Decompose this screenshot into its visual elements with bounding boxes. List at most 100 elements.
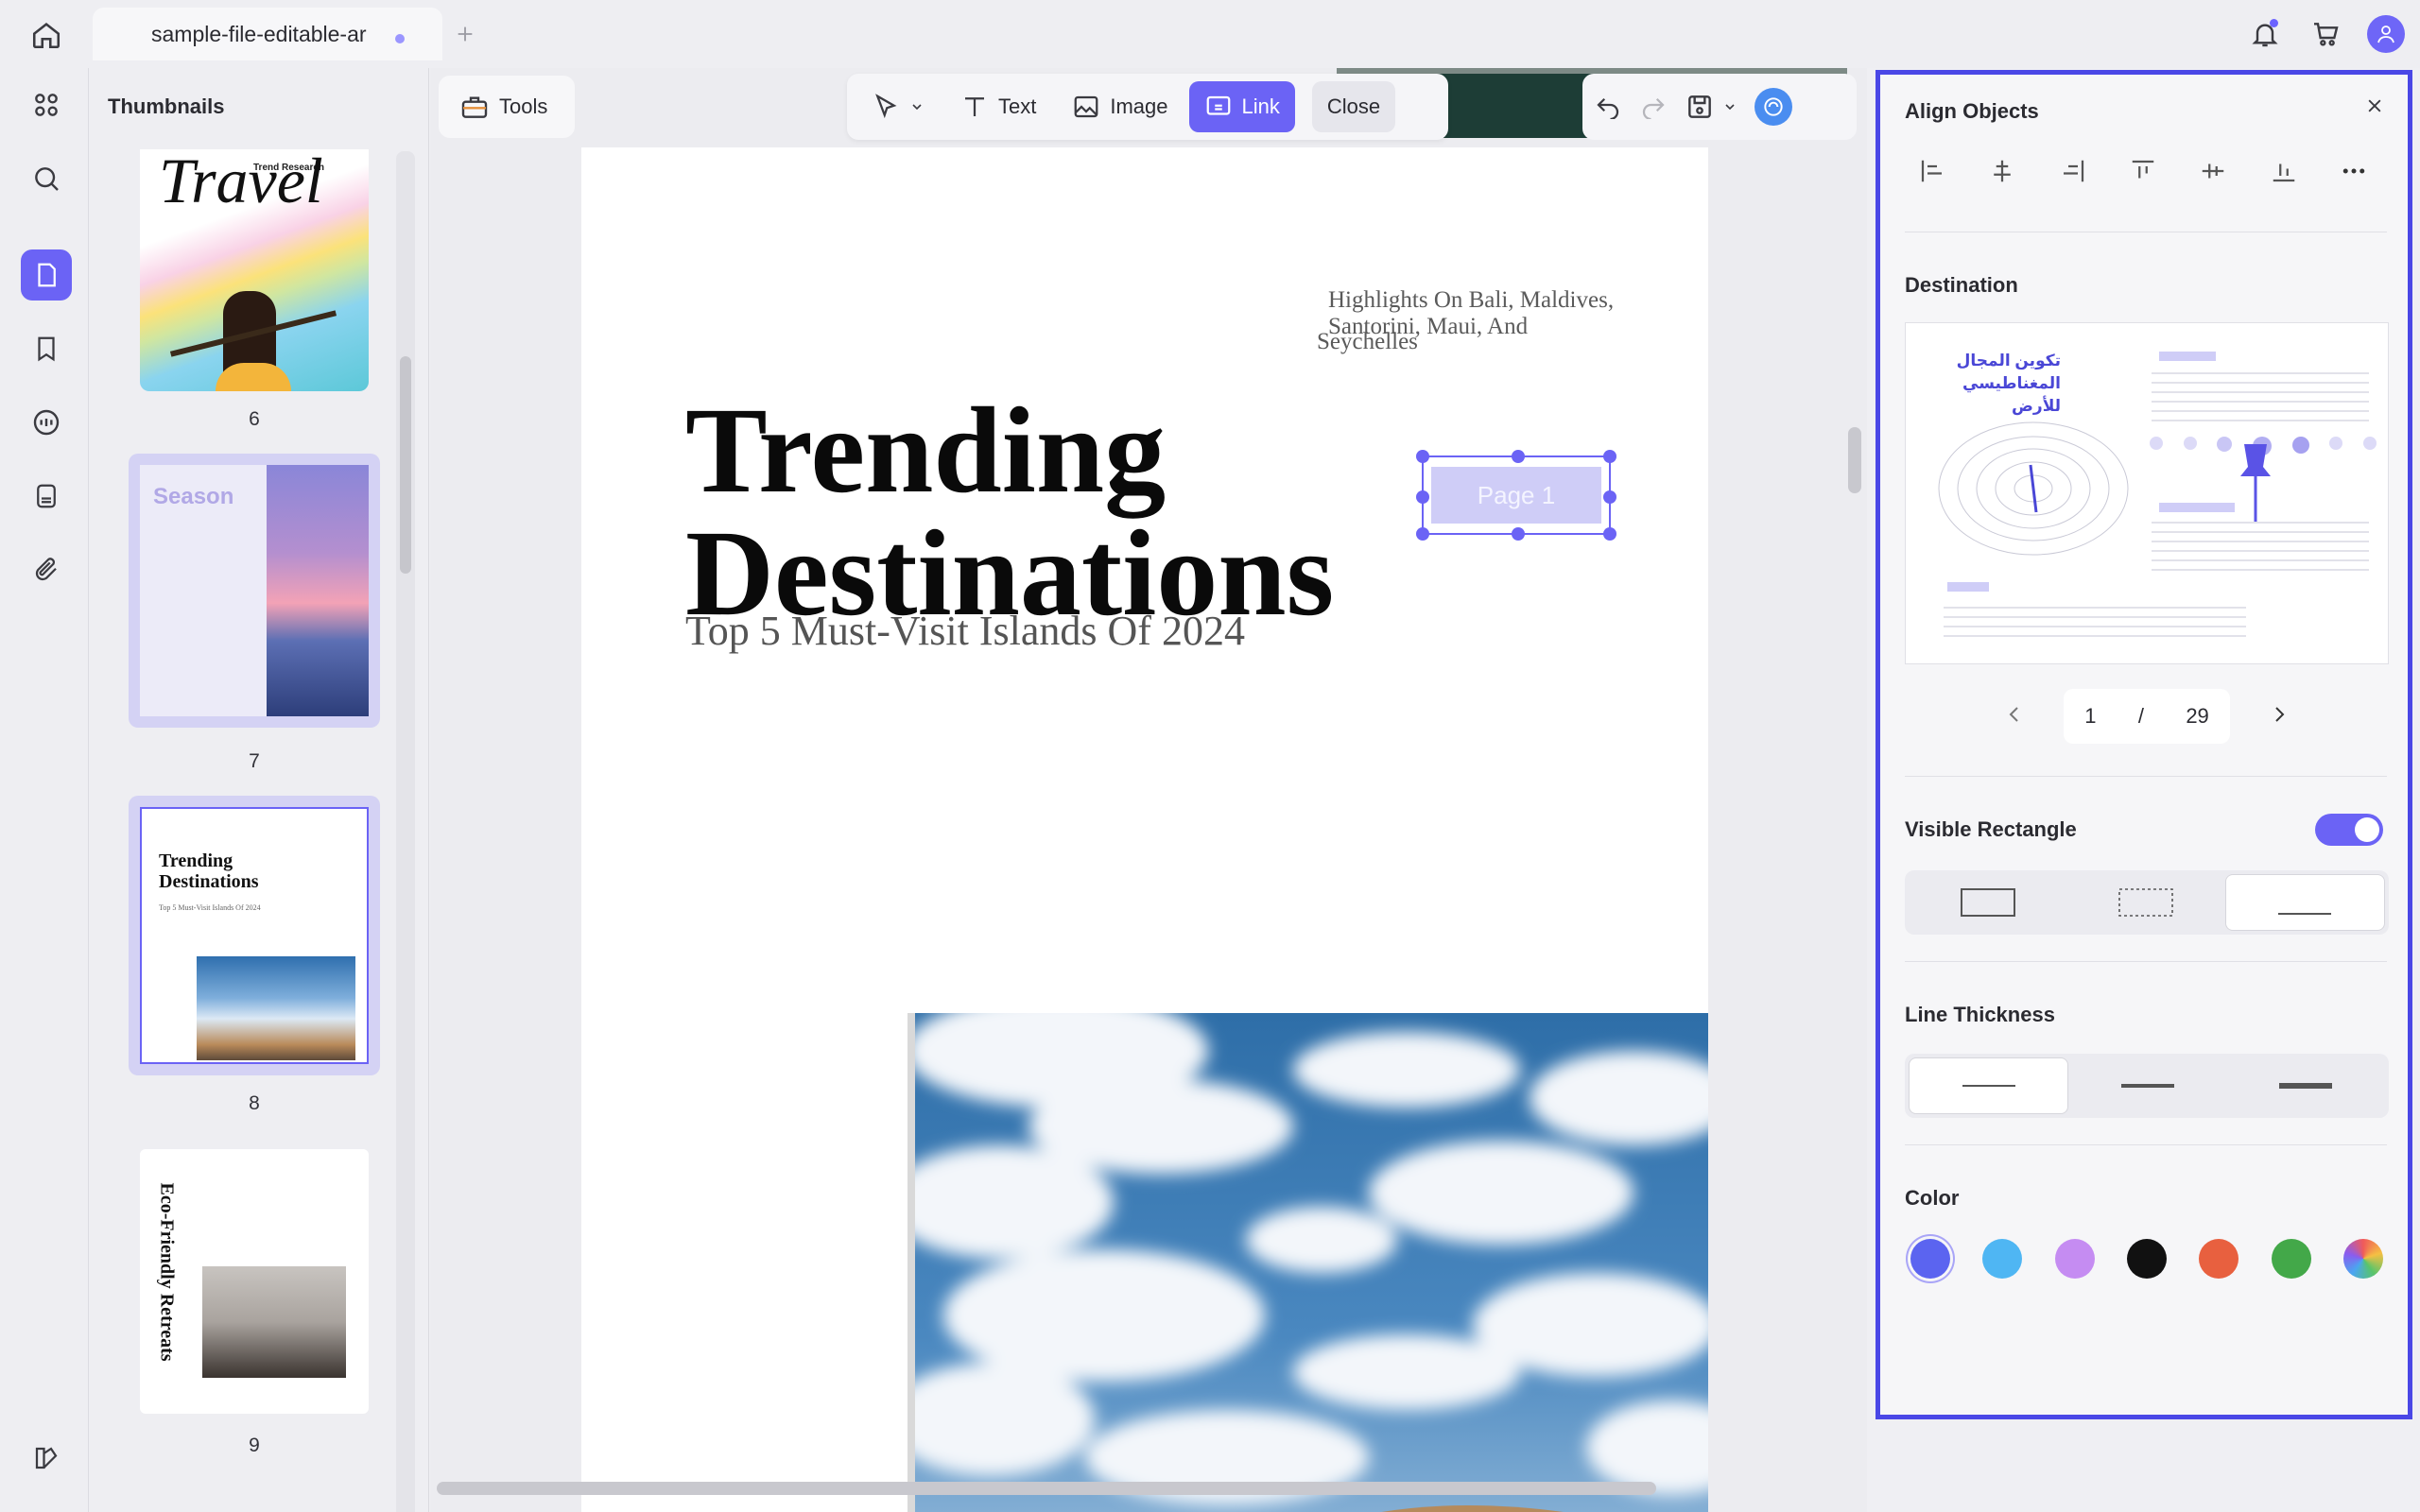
chevron-down-icon xyxy=(1725,104,1735,111)
rail-thumbnails-button[interactable] xyxy=(21,249,72,301)
page-subtitle[interactable]: Top 5 Must-Visit Islands Of 2024 xyxy=(685,607,1245,655)
vertical-scrollbar[interactable] xyxy=(1848,427,1861,493)
save-button[interactable] xyxy=(1685,92,1737,122)
thumbnail-9-headline: Eco-Friendly Retreats xyxy=(156,1182,178,1362)
close-icon xyxy=(2368,99,2381,112)
cart-icon xyxy=(2314,23,2339,46)
unsaved-dot xyxy=(395,34,405,43)
underline-icon xyxy=(2278,913,2332,915)
color-swatch-orange[interactable] xyxy=(2199,1239,2239,1279)
previous-page-button[interactable] xyxy=(2003,703,2026,730)
thumbnail-8-headline: Trending Destinations xyxy=(159,850,259,892)
rail-attachments-button[interactable] xyxy=(21,544,72,595)
comment-icon xyxy=(33,409,60,436)
bookmark-icon xyxy=(38,336,55,362)
page-number-input[interactable]: 1 xyxy=(2084,704,2096,729)
divider xyxy=(1905,776,2387,777)
resize-handle-mr[interactable] xyxy=(1603,490,1616,504)
home-button[interactable] xyxy=(25,13,68,57)
rail-stamp-button[interactable] xyxy=(21,471,72,522)
close-edit-button[interactable]: Close xyxy=(1311,81,1396,132)
rail-theme-button[interactable] xyxy=(21,1433,72,1484)
align-left-button[interactable] xyxy=(1907,146,1958,197)
panel-close-button[interactable] xyxy=(2360,92,2389,120)
resize-handle-tr[interactable] xyxy=(1603,450,1616,463)
notification-dot xyxy=(2270,19,2278,27)
rail-bookmarks-button[interactable] xyxy=(21,323,72,374)
text-tool-button[interactable]: Text xyxy=(945,81,1051,132)
link-annotation[interactable]: Page 1 xyxy=(1416,450,1616,541)
highlights-text-line-2[interactable]: Seychelles xyxy=(1317,329,1418,355)
grid-icon xyxy=(35,94,58,116)
thickness-thin[interactable] xyxy=(1909,1057,2069,1114)
undo-button[interactable] xyxy=(1594,91,1622,124)
ai-assistant-button[interactable] xyxy=(1754,88,1792,126)
color-swatch-blue[interactable] xyxy=(1910,1239,1950,1279)
rect-style-solid[interactable] xyxy=(1909,874,2066,931)
user-icon xyxy=(2377,26,2394,43)
rect-style-dashed[interactable] xyxy=(2066,874,2224,931)
document-tab[interactable]: sample-file-editable-ar xyxy=(93,8,442,60)
link-tool-button[interactable]: Link xyxy=(1188,81,1295,132)
link-icon xyxy=(1206,95,1230,115)
page-number-box: 1 / 29 xyxy=(2064,689,2230,744)
align-bottom-button[interactable] xyxy=(2258,146,2309,197)
chevron-down-icon xyxy=(912,104,922,111)
thumbnail-page-7[interactable]: Season xyxy=(129,454,380,728)
tools-button[interactable]: Tools xyxy=(439,76,575,138)
more-align-options-button[interactable] xyxy=(2328,146,2379,197)
save-icon xyxy=(1688,95,1711,118)
resize-handle-bl[interactable] xyxy=(1416,527,1429,541)
cursor-icon xyxy=(875,94,897,119)
align-center-v-button[interactable] xyxy=(2187,146,2238,197)
resize-handle-br[interactable] xyxy=(1603,527,1616,541)
color-swatch-custom[interactable] xyxy=(2342,1239,2383,1279)
rail-comments-button[interactable] xyxy=(21,397,72,448)
next-page-button[interactable] xyxy=(2268,703,2290,730)
align-top-button[interactable] xyxy=(2118,146,2169,197)
destination-preview[interactable]: تكوين المجال المغناطيسي للأرض xyxy=(1905,322,2389,664)
text-tool-label: Text xyxy=(998,94,1037,118)
rail-search-button[interactable] xyxy=(21,153,72,204)
horizontal-scrollbar[interactable] xyxy=(437,1482,1656,1495)
home-icon xyxy=(32,23,60,49)
toolbox-icon xyxy=(461,96,488,118)
align-center-h-icon xyxy=(1994,160,2012,182)
redo-button[interactable] xyxy=(1639,91,1668,124)
solid-rect-icon xyxy=(1960,888,2015,917)
document-page: Highlights On Bali, Maldives, Santorini,… xyxy=(581,147,1708,1512)
page-separator: / xyxy=(2137,704,2144,728)
account-button[interactable] xyxy=(2365,13,2407,55)
resize-handle-bc[interactable] xyxy=(1512,527,1525,541)
thickness-medium[interactable] xyxy=(2068,1057,2226,1114)
color-swatch-green[interactable] xyxy=(2271,1239,2311,1279)
resize-handle-tc[interactable] xyxy=(1512,450,1525,463)
color-swatch-lavender[interactable] xyxy=(2054,1239,2095,1279)
align-right-button[interactable] xyxy=(2048,146,2099,197)
preview-heading-line-1: تكوين المجال xyxy=(1956,352,2061,369)
thumbnail-page-9[interactable]: Eco-Friendly Retreats xyxy=(140,1149,369,1414)
thumbnails-scrollbar[interactable] xyxy=(400,356,411,574)
thumbnail-page-6[interactable]: Trend Research Travel xyxy=(140,149,369,391)
history-toolbar xyxy=(1582,74,1857,140)
notifications-button[interactable] xyxy=(2244,13,2286,55)
image-tool-button[interactable]: Image xyxy=(1057,81,1183,132)
sky-image[interactable] xyxy=(908,1013,1708,1512)
resize-handle-ml[interactable] xyxy=(1416,490,1429,504)
color-swatch-sky[interactable] xyxy=(1982,1239,2023,1279)
select-tool-button[interactable] xyxy=(856,81,940,132)
thumbnail-page-8[interactable]: Trending Destinations Top 5 Must-Visit I… xyxy=(129,796,380,1075)
new-tab-button[interactable] xyxy=(448,17,482,51)
rect-style-underline[interactable] xyxy=(2224,874,2385,931)
rectangle-style-selector xyxy=(1905,870,2389,935)
destination-label: Destination xyxy=(1905,273,2018,297)
thickness-thick[interactable] xyxy=(2227,1057,2385,1114)
resize-handle-tl[interactable] xyxy=(1416,450,1429,463)
visible-rectangle-toggle[interactable] xyxy=(2315,814,2383,846)
color-swatch-black[interactable] xyxy=(2126,1239,2167,1279)
page-title[interactable]: Trending Destinations xyxy=(685,389,1334,635)
thick-line-icon xyxy=(2279,1083,2333,1089)
cart-button[interactable] xyxy=(2305,13,2346,55)
rail-apps-button[interactable] xyxy=(21,79,72,130)
align-center-h-button[interactable] xyxy=(1977,146,2028,197)
